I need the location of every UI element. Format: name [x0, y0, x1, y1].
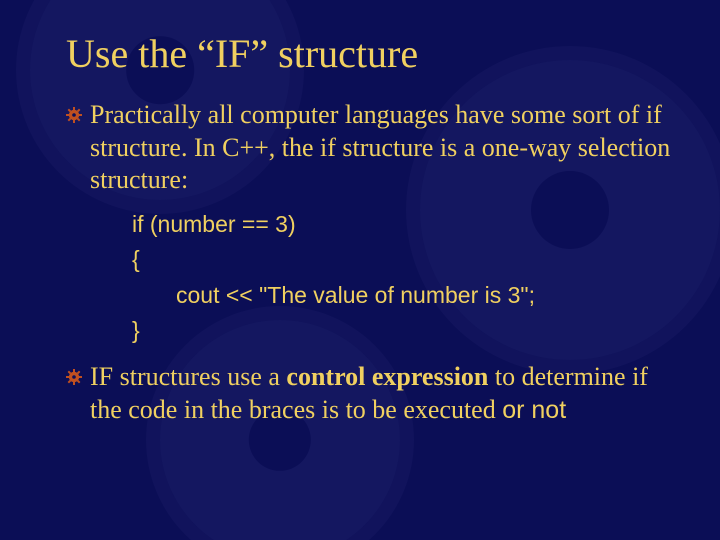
bullet-text: Practically all computer languages have … — [90, 99, 674, 197]
gear-bullet-icon — [66, 107, 82, 123]
text-run: IF structures use a — [90, 362, 286, 391]
text-tail: or not — [502, 396, 566, 424]
gear-bullet-icon — [66, 369, 82, 385]
slide-title: Use the “IF” structure — [66, 30, 674, 77]
slide: Use the “IF” structure — [0, 0, 720, 540]
slide-body: Practically all computer languages have … — [66, 99, 674, 426]
code-block: if (number == 3) { cout << "The value of… — [132, 207, 674, 350]
slide-content: Use the “IF” structure — [0, 0, 720, 426]
bullet-text: IF structures use a control expression t… — [90, 361, 674, 426]
code-line: cout << "The value of number is 3"; — [132, 278, 674, 314]
code-line: } — [132, 313, 674, 349]
code-line: { — [132, 242, 674, 278]
code-line: if (number == 3) — [132, 207, 674, 243]
bullet-item: Practically all computer languages have … — [66, 99, 674, 197]
text-bold: control expression — [286, 362, 488, 391]
bullet-item: IF structures use a control expression t… — [66, 361, 674, 426]
